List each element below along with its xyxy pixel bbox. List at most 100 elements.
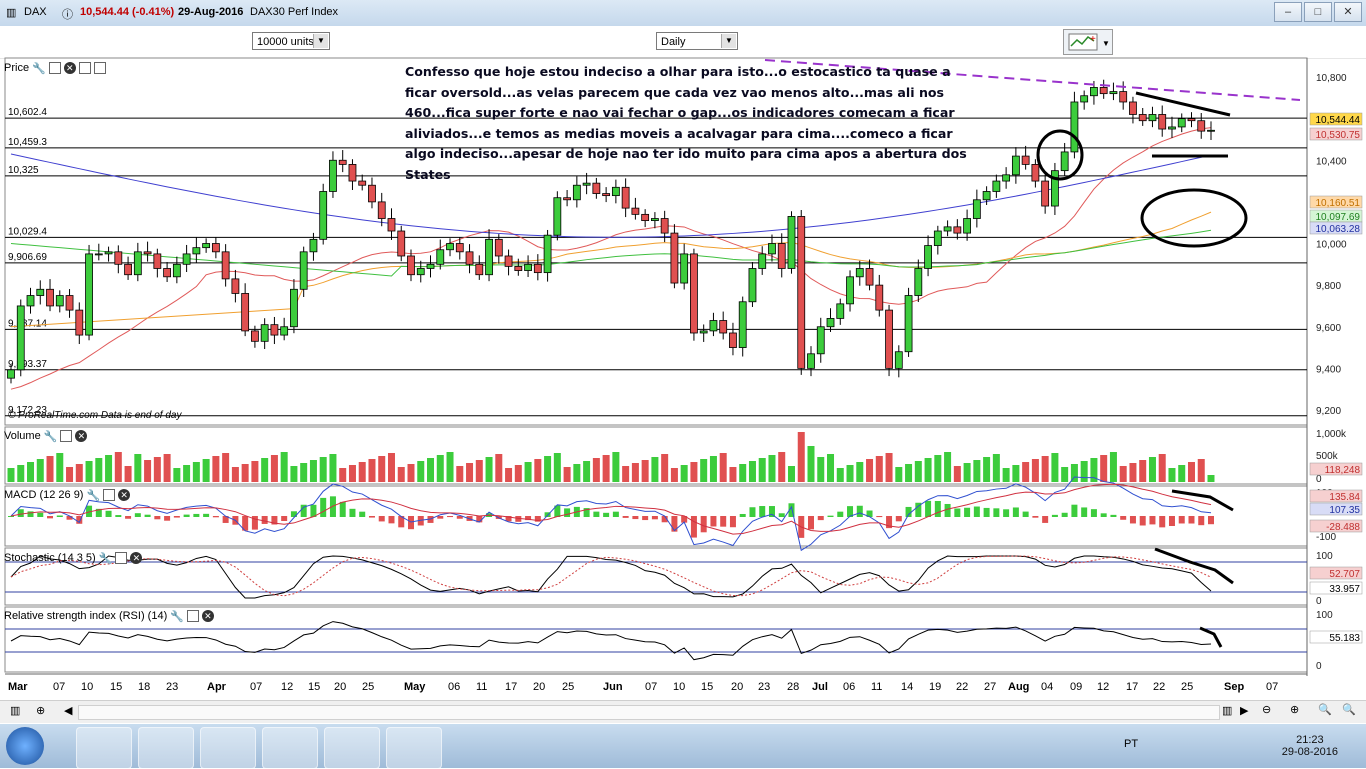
close-icon[interactable]: ✕ — [201, 610, 214, 622]
zoom-out-icon[interactable]: ⊖ — [1262, 703, 1271, 716]
volume-bar — [768, 455, 776, 482]
macd-histogram-bar — [1168, 516, 1175, 526]
macd-histogram-bar — [964, 507, 971, 517]
macd-histogram-bar — [1129, 516, 1136, 524]
macd-histogram-bar — [837, 511, 844, 517]
macd-histogram-bar — [1178, 516, 1185, 524]
candle-body — [436, 249, 445, 265]
window-icon[interactable] — [48, 62, 61, 74]
candle-body — [1138, 114, 1147, 122]
x-axis-label: 12 — [1097, 681, 1109, 693]
candle-body — [358, 180, 367, 186]
candle-body — [602, 193, 611, 197]
wrench-icon[interactable]: 🔧 — [86, 489, 100, 502]
system-clock[interactable]: 21:23 29-08-2016 — [1282, 734, 1338, 758]
wrench-icon[interactable]: 🔧 — [99, 552, 113, 565]
zoom-icon[interactable]: ⊕ — [1290, 703, 1299, 716]
candle-body — [524, 263, 532, 271]
close-icon[interactable]: ✕ — [63, 62, 76, 74]
candle-body — [26, 295, 35, 307]
x-axis-label: 22 — [1153, 681, 1165, 693]
x-axis-label: 17 — [505, 681, 517, 693]
volume-bar — [436, 455, 444, 482]
volume-bar — [1207, 475, 1215, 482]
macd-histogram-bar — [593, 511, 600, 517]
magnify-icon[interactable]: 🔍 — [1342, 703, 1356, 716]
candle-body — [933, 230, 942, 246]
volume-bar — [7, 468, 15, 482]
macd-histogram-bar — [759, 506, 766, 517]
scroll-thumb-icon[interactable]: ▥ — [1222, 704, 1232, 717]
macd-histogram-bar — [447, 516, 454, 518]
prorealtime-icon[interactable] — [386, 727, 442, 769]
settings-icon[interactable] — [93, 62, 106, 74]
volume-bar — [134, 454, 142, 482]
volume-bar — [631, 463, 639, 482]
scroll-right-icon[interactable]: ▶ — [1240, 704, 1248, 717]
file-explorer-icon[interactable] — [138, 727, 194, 769]
window-icon[interactable] — [103, 489, 116, 501]
volume-bar — [495, 454, 503, 482]
volume-bar — [183, 465, 191, 482]
candle-body — [1187, 118, 1196, 122]
chrome-icon[interactable] — [262, 727, 318, 769]
macd-histogram-bar — [212, 516, 219, 518]
macd-histogram-bar — [1149, 516, 1156, 525]
duplicate-icon[interactable] — [78, 62, 91, 74]
volume-bar — [446, 452, 454, 482]
stochastic-panel-header: Stochastic (14 3 5) 🔧 ✕ — [4, 550, 143, 566]
volume-bar — [583, 461, 591, 482]
close-icon[interactable]: ✕ — [75, 430, 88, 442]
wrench-icon[interactable]: 🔧 — [44, 430, 58, 443]
x-axis-label: 11 — [871, 681, 882, 693]
volume-bar — [1119, 466, 1127, 482]
candle-body — [202, 243, 211, 249]
volume-bar — [748, 461, 756, 482]
candle-body — [377, 201, 386, 219]
price-panel-label: Price — [4, 62, 30, 74]
close-icon[interactable]: ✕ — [130, 552, 143, 564]
volume-bar — [914, 461, 922, 482]
candle-body — [75, 309, 84, 336]
chart-icon[interactable]: ▥ — [10, 704, 20, 717]
price-box-label: 10,097.69 — [1316, 212, 1361, 223]
candle-body — [211, 243, 220, 253]
macd-histogram-bar — [895, 516, 902, 522]
price-tick-label: 9,600 — [1316, 323, 1341, 334]
scroll-left-icon[interactable]: ◀ — [64, 704, 72, 717]
volume-bar — [709, 456, 717, 482]
window-icon[interactable] — [186, 610, 199, 622]
wrench-icon[interactable]: 🔧 — [170, 610, 184, 623]
wrench-icon[interactable]: 🔧 — [32, 62, 46, 75]
volume-bar — [222, 453, 230, 482]
search-icon[interactable]: 🔍 — [1318, 703, 1332, 716]
volume-bar — [1031, 459, 1039, 482]
zoom-in-icon[interactable]: ⊕ — [36, 704, 45, 717]
candle-body — [738, 301, 747, 348]
macd-histogram-bar — [154, 516, 161, 520]
x-axis-label: Jun — [603, 681, 623, 693]
volume-bar — [36, 459, 44, 482]
volume-bar — [1100, 455, 1108, 482]
browser-icon[interactable] — [324, 727, 380, 769]
window-icon[interactable] — [115, 552, 128, 564]
media-player-icon[interactable] — [76, 727, 132, 769]
volume-bar — [622, 466, 630, 482]
x-axis-label: 22 — [956, 681, 968, 693]
candle-body — [621, 186, 630, 209]
language-indicator[interactable]: PT — [1124, 738, 1138, 750]
candle-body — [1109, 91, 1118, 95]
time-scrollbar[interactable] — [78, 705, 1220, 720]
start-button[interactable] — [6, 727, 44, 765]
candle-body — [533, 263, 542, 274]
window-icon[interactable] — [60, 430, 73, 442]
macd-histogram-bar — [1100, 513, 1107, 517]
x-axis-label: Sep — [1224, 681, 1244, 693]
candle-body — [885, 309, 893, 369]
x-axis-label: 15 — [308, 681, 320, 693]
candle-body — [65, 295, 74, 311]
candle-body — [972, 199, 981, 219]
close-icon[interactable]: ✕ — [118, 489, 131, 501]
macd-histogram-bar — [17, 509, 24, 517]
messenger-icon[interactable] — [200, 727, 256, 769]
